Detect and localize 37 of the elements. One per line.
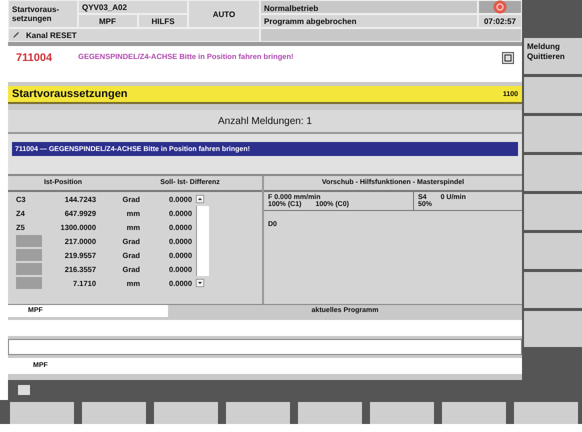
scroll-down-icon[interactable] [196,279,204,287]
program-path: QYV03_A02 [78,0,188,14]
mode-label: AUTO [188,0,260,28]
softkey[interactable] [524,155,582,191]
softkey[interactable] [524,233,582,269]
alarm-number: 711004 [16,52,52,64]
softkey[interactable] [524,311,582,347]
softkey[interactable] [82,402,146,424]
softkey[interactable] [524,272,582,308]
softkey[interactable] [524,116,582,152]
pencil-icon [12,31,20,39]
softkey[interactable] [226,402,290,424]
channel-status-text: Kanal RESET [26,30,77,40]
softkey[interactable] [524,77,582,113]
softkey[interactable] [370,402,434,424]
operation-label: Normalbetrieb [260,0,478,14]
alarm-logo-icon [493,0,507,14]
axis-name-block [16,263,42,275]
softkey[interactable]: Meldung Quittieren [524,38,582,74]
time-label: 07:02:57 [478,14,522,28]
softkey[interactable] [298,402,362,424]
softkey[interactable] [10,402,74,424]
area-label: Startvoraus- setzungen [8,0,78,28]
axis-name-block [16,235,42,247]
softkey[interactable] [442,402,506,424]
axis-name-block [16,249,42,261]
program-type: MPF [78,14,138,28]
softkey[interactable] [154,402,218,424]
mode-sub-label: HILFS [138,14,188,28]
scroll-up-icon[interactable] [196,195,204,203]
title-text: Startvoraussetzungen [12,88,128,100]
softkey[interactable] [514,402,578,424]
program-status: Programm abgebrochen [260,14,478,28]
softkey[interactable] [524,194,582,230]
message-count: Anzahl Meldungen: 1 [8,110,522,134]
axis-name-block [16,277,42,289]
acknowledge-icon[interactable] [502,52,514,64]
